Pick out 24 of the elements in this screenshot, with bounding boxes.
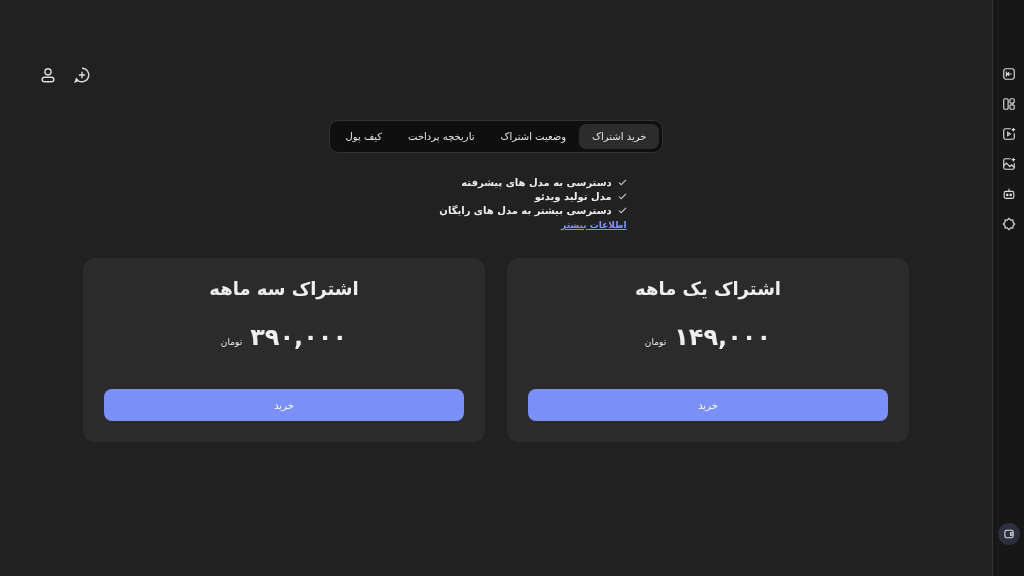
tab[interactable]: تاریخچه پرداخت xyxy=(395,124,488,149)
price: ۳۹۰,۰۰۰ xyxy=(250,323,348,351)
plan-title: اشتراک سه ماهه xyxy=(209,278,359,299)
tab[interactable]: کیف پول xyxy=(332,124,396,149)
panel-icon[interactable] xyxy=(1001,67,1016,81)
feature-text: مدل تولید ویدئو xyxy=(534,191,612,202)
plan-title: اشتراک یک ماهه xyxy=(635,278,782,299)
currency: تومان xyxy=(220,337,243,347)
image-icon[interactable] xyxy=(1001,157,1016,171)
price: ۱۴۹,۰۰۰ xyxy=(674,323,772,351)
robot-icon[interactable] xyxy=(1001,187,1016,201)
video-icon[interactable] xyxy=(1001,127,1016,141)
tab[interactable]: خرید اشتراک xyxy=(579,124,660,149)
currency: تومان xyxy=(644,337,667,347)
tab[interactable]: وضعیت اشتراک xyxy=(487,124,580,149)
feature-text: دسترسی به مدل های پیشرفته xyxy=(461,177,612,188)
layout-icon[interactable] xyxy=(1001,97,1016,111)
user-icon[interactable] xyxy=(39,66,57,84)
wallet-button[interactable] xyxy=(997,523,1020,545)
feature-text: دسترسی بیشتر به مدل های رایگان xyxy=(439,205,612,216)
wallet-icon xyxy=(1002,528,1015,540)
more-info-link[interactable]: اطلاعات بیشتر xyxy=(561,220,627,230)
new-chat-icon[interactable] xyxy=(73,66,91,84)
badge-icon[interactable] xyxy=(1001,217,1016,231)
